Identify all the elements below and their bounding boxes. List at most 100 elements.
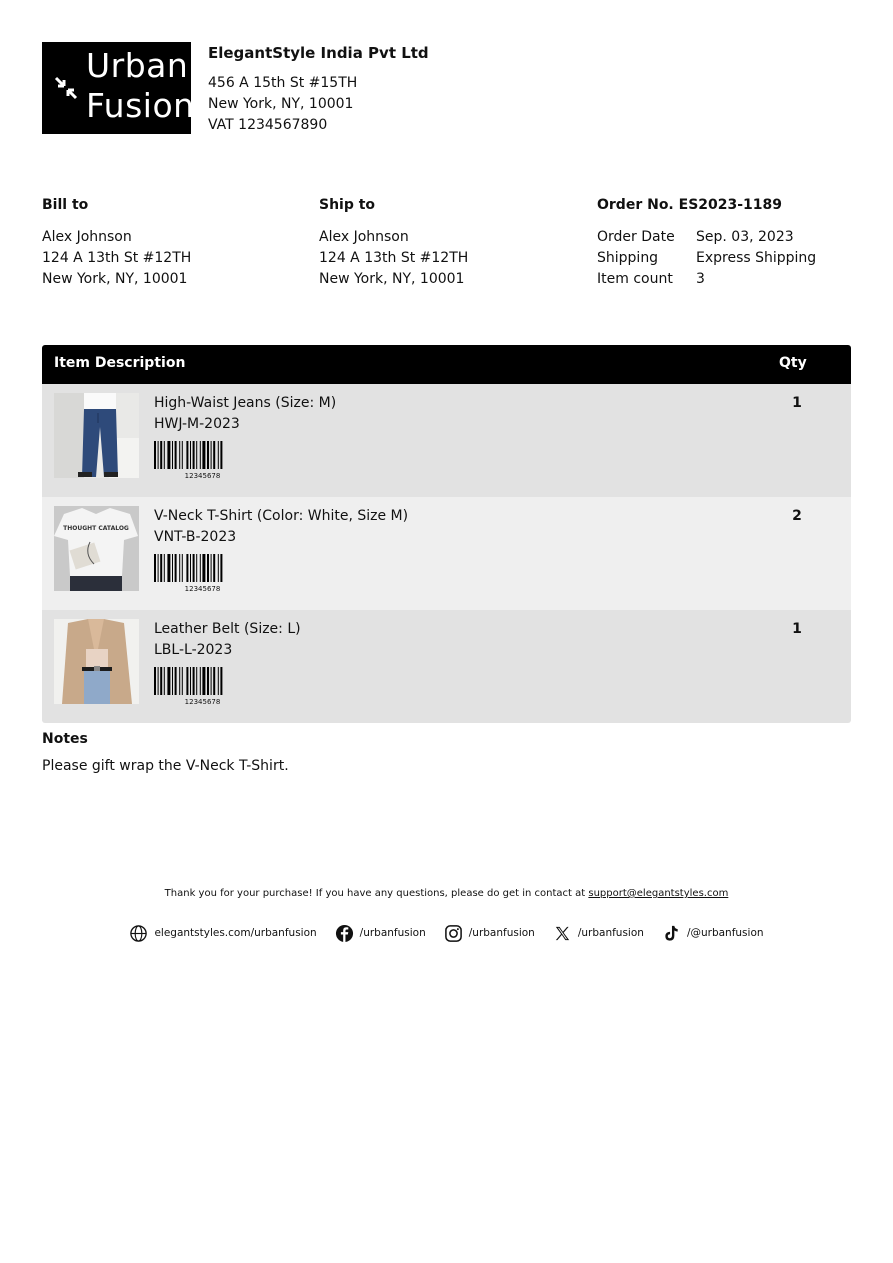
barcode-bar	[213, 441, 216, 469]
support-email-link[interactable]: support@elegantstyles.com	[588, 888, 728, 899]
barcode-bar	[160, 667, 163, 695]
thank-you-message: Thank you for your purchase! If you have…	[0, 887, 893, 901]
barcode-bar	[163, 554, 165, 582]
barcode-bar	[157, 667, 159, 695]
barcode-bar	[210, 554, 212, 582]
tiktok-link[interactable]: /@urbanfusion	[662, 923, 764, 943]
item-qty: 2	[792, 508, 802, 524]
notes-heading: Notes	[42, 731, 88, 747]
barcode-bar	[179, 554, 181, 582]
facebook-handle: /urbanfusion	[359, 927, 426, 939]
barcode-bar	[199, 667, 201, 695]
barcode-bar	[220, 554, 223, 582]
barcode-bar	[179, 667, 181, 695]
barcode-bar	[196, 667, 198, 695]
barcode-bar	[196, 441, 198, 469]
item-sku: LBL-L-2023	[154, 642, 233, 658]
column-header-qty: Qty	[779, 355, 807, 371]
barcode-bar	[190, 441, 191, 469]
barcode-bar	[196, 554, 198, 582]
barcode-bar	[220, 441, 223, 469]
x-logo-icon	[555, 926, 569, 940]
column-header-description: Item Description	[54, 355, 186, 371]
barcode-bar	[202, 441, 206, 469]
logo-word-urban: Urban	[86, 46, 189, 85]
item-name: High-Waist Jeans (Size: M)	[154, 395, 337, 411]
barcode-bar	[172, 667, 173, 695]
barcode-bar	[157, 554, 159, 582]
item-sku: HWJ-M-2023	[154, 416, 240, 432]
ship-to-section: Ship to Alex Johnson 124 A 13th St #12TH…	[319, 195, 468, 290]
table-header: Item Description Qty	[42, 345, 851, 384]
barcode-bar	[172, 554, 173, 582]
shipping-value: Express Shipping	[696, 250, 817, 266]
order-date-label: Order Date	[597, 229, 675, 245]
ship-to-name: Alex Johnson	[319, 229, 409, 245]
barcode-bar	[167, 554, 171, 582]
x-handle: /urbanfusion	[577, 927, 644, 939]
instagram-handle: /urbanfusion	[468, 927, 535, 939]
barcode-bar	[213, 667, 216, 695]
barcode-bar	[210, 667, 212, 695]
order-number: Order No. ES2023-1189	[597, 197, 783, 213]
bill-to-address1: 124 A 13th St #12TH	[42, 250, 192, 266]
barcode-bar	[217, 441, 219, 469]
barcode-bar	[202, 554, 206, 582]
barcode-bar	[207, 441, 209, 469]
barcode-bar	[154, 667, 156, 695]
globe-icon	[130, 924, 148, 942]
order-info-section: Order No. ES2023-1189 Order Date Sep. 03…	[597, 195, 816, 290]
tiktok-handle: /@urbanfusion	[686, 927, 764, 939]
order-date-value: Sep. 03, 2023	[696, 229, 794, 245]
barcode-icon	[154, 554, 223, 582]
barcode-bar	[179, 441, 181, 469]
barcode-bar	[192, 554, 195, 582]
table-row: Leather Belt (Size: L) LBL-L-2023 123456…	[42, 610, 851, 723]
barcode-bar	[172, 441, 173, 469]
barcode-bar	[202, 667, 206, 695]
tiktok-icon	[665, 925, 678, 941]
barcode-bar	[160, 441, 163, 469]
barcode-bar	[217, 554, 219, 582]
barcode-bar	[190, 554, 191, 582]
collapse-arrows-icon	[54, 76, 78, 100]
item-qty: 1	[792, 395, 802, 411]
barcode-bar	[174, 554, 177, 582]
barcode-number: 12345678	[184, 585, 221, 593]
product-image-jeans	[54, 393, 139, 478]
barcode-bar	[167, 667, 171, 695]
barcode-bar	[210, 441, 212, 469]
barcode-bar	[181, 667, 183, 695]
barcode-bar	[207, 554, 209, 582]
barcode-bar	[157, 441, 159, 469]
item-qty: 1	[792, 621, 802, 637]
barcode-bar	[207, 667, 209, 695]
x-link[interactable]: /urbanfusion	[553, 923, 644, 943]
barcode-bar	[186, 441, 189, 469]
barcode-number: 12345678	[184, 472, 221, 480]
product-image-tshirt: THOUGHT CATALOG	[54, 506, 139, 591]
barcode-number: 12345678	[184, 698, 221, 706]
barcode-bar	[186, 667, 189, 695]
table-row: THOUGHT CATALOG V-Neck T-Shirt (Color: W…	[42, 497, 851, 610]
instagram-link[interactable]: /urbanfusion	[444, 923, 535, 943]
instagram-icon	[444, 924, 462, 942]
notes-section: Notes Please gift wrap the V-Neck T-Shir…	[42, 730, 289, 776]
thank-you-text: Thank you for your purchase! If you have…	[164, 888, 586, 899]
barcode-bar	[181, 554, 183, 582]
barcode-bar	[199, 441, 201, 469]
company-address-line1: 456 A 15th St #15TH	[208, 75, 358, 91]
barcode-bar	[163, 441, 165, 469]
barcode-bar	[192, 441, 195, 469]
barcode-bar	[181, 441, 183, 469]
company-name: ElegantStyle India Pvt Ltd	[208, 44, 429, 62]
notes-text: Please gift wrap the V-Neck T-Shirt.	[42, 758, 289, 774]
facebook-link[interactable]: /urbanfusion	[335, 923, 426, 943]
ship-to-heading: Ship to	[319, 197, 376, 213]
product-image-belt	[54, 619, 139, 704]
items-table: Item Description Qty High-Waist Jeans (S…	[42, 345, 851, 723]
barcode-icon	[154, 441, 223, 469]
barcode-bar	[154, 554, 156, 582]
company-address-line2: New York, NY, 10001	[208, 96, 354, 112]
website-link[interactable]: elegantstyles.com/urbanfusion	[129, 923, 317, 943]
